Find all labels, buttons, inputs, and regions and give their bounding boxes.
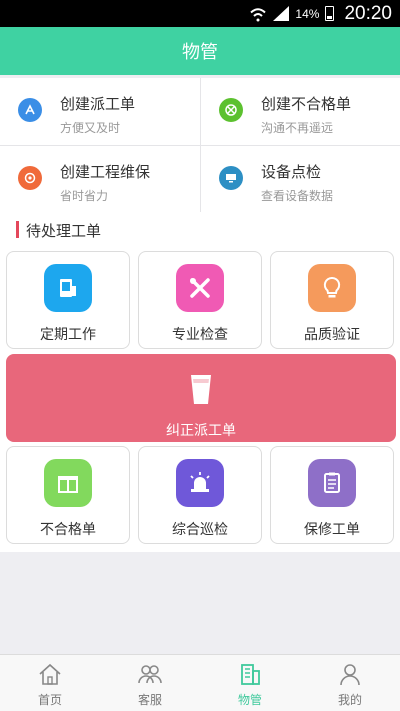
section-title-text: 待处理工单 xyxy=(26,222,102,240)
app-store-icon xyxy=(18,98,42,122)
signal-icon xyxy=(273,6,290,21)
quick-action-title: 设备点检 xyxy=(261,163,322,181)
tools-icon xyxy=(176,264,224,312)
pending-orders-grid: 定期工作 专业检查 品质验证 纠正派工单 不合格单 综合巡检 保修工单 xyxy=(0,248,400,552)
corrective-dispatch-banner[interactable]: 纠正派工单 xyxy=(6,354,396,442)
repair-order-card[interactable]: 保修工单 xyxy=(270,446,394,544)
xbox-icon xyxy=(219,98,243,122)
nav-label: 物管 xyxy=(237,693,262,707)
nav-label: 我的 xyxy=(337,693,362,707)
comprehensive-patrol-card[interactable]: 综合巡检 xyxy=(138,446,262,544)
card-label: 品质验证 xyxy=(304,327,360,343)
status-bar: 14% 20:20 xyxy=(0,0,400,27)
create-nonconformity-button[interactable]: 创建不合格单 沟通不再遥远 xyxy=(200,78,400,145)
create-dispatch-order-button[interactable]: 创建派工单 方便又及时 xyxy=(0,78,200,145)
battery-percent: 14% xyxy=(295,6,320,21)
periodic-work-card[interactable]: 定期工作 xyxy=(6,251,130,349)
banner-label: 纠正派工单 xyxy=(166,423,236,439)
phone-doc-icon xyxy=(44,264,92,312)
quality-verification-card[interactable]: 品质验证 xyxy=(270,251,394,349)
quick-action-title: 创建派工单 xyxy=(60,95,136,113)
quick-action-subtitle: 查看设备数据 xyxy=(261,189,334,203)
quick-action-subtitle: 方便又及时 xyxy=(60,121,121,135)
user-icon xyxy=(340,664,360,686)
alarm-icon xyxy=(176,459,224,507)
wifi-icon xyxy=(250,7,267,21)
building-icon xyxy=(241,664,260,685)
gift-icon xyxy=(44,459,92,507)
clipboard-icon xyxy=(308,459,356,507)
home-icon xyxy=(39,663,61,685)
equipment-inspection-button[interactable]: 设备点检 查看设备数据 xyxy=(200,145,400,212)
card-label: 综合巡检 xyxy=(172,522,228,538)
cup-icon xyxy=(191,375,211,404)
nav-customer-service[interactable]: 客服 xyxy=(100,655,200,711)
quick-action-title: 创建工程维保 xyxy=(60,163,151,181)
nav-home[interactable]: 首页 xyxy=(0,655,100,711)
card-label: 专业检查 xyxy=(172,327,228,343)
monitor-icon xyxy=(219,166,243,190)
battery-icon xyxy=(325,6,335,21)
professional-inspection-card[interactable]: 专业检查 xyxy=(138,251,262,349)
create-maintenance-button[interactable]: 创建工程维保 省时省力 xyxy=(0,145,200,212)
quick-actions: 创建派工单 方便又及时 创建不合格单 沟通不再遥远 创建工程维保 省时省力 设备… xyxy=(0,78,400,212)
page-title: 物管 xyxy=(0,27,400,75)
nav-property-management[interactable]: 物管 xyxy=(200,655,300,711)
status-time: 20:20 xyxy=(344,2,392,24)
bulb-icon xyxy=(308,264,356,312)
nav-mine[interactable]: 我的 xyxy=(300,655,400,711)
quick-action-title: 创建不合格单 xyxy=(261,95,352,113)
target-icon xyxy=(18,166,42,190)
nonconformity-card[interactable]: 不合格单 xyxy=(6,446,130,544)
card-label: 保修工单 xyxy=(304,522,360,538)
card-label: 不合格单 xyxy=(40,522,96,538)
quick-action-subtitle: 省时省力 xyxy=(60,189,109,203)
pending-orders-section-title: 待处理工单 xyxy=(0,212,400,248)
quick-action-subtitle: 沟通不再遥远 xyxy=(261,121,334,135)
card-label: 定期工作 xyxy=(40,327,96,343)
nav-label: 客服 xyxy=(137,693,162,707)
bottom-nav: 首页 客服 物管 我的 xyxy=(0,654,400,711)
section-accent-bar xyxy=(16,221,19,238)
nav-label: 首页 xyxy=(37,693,62,707)
users-icon xyxy=(138,665,162,684)
